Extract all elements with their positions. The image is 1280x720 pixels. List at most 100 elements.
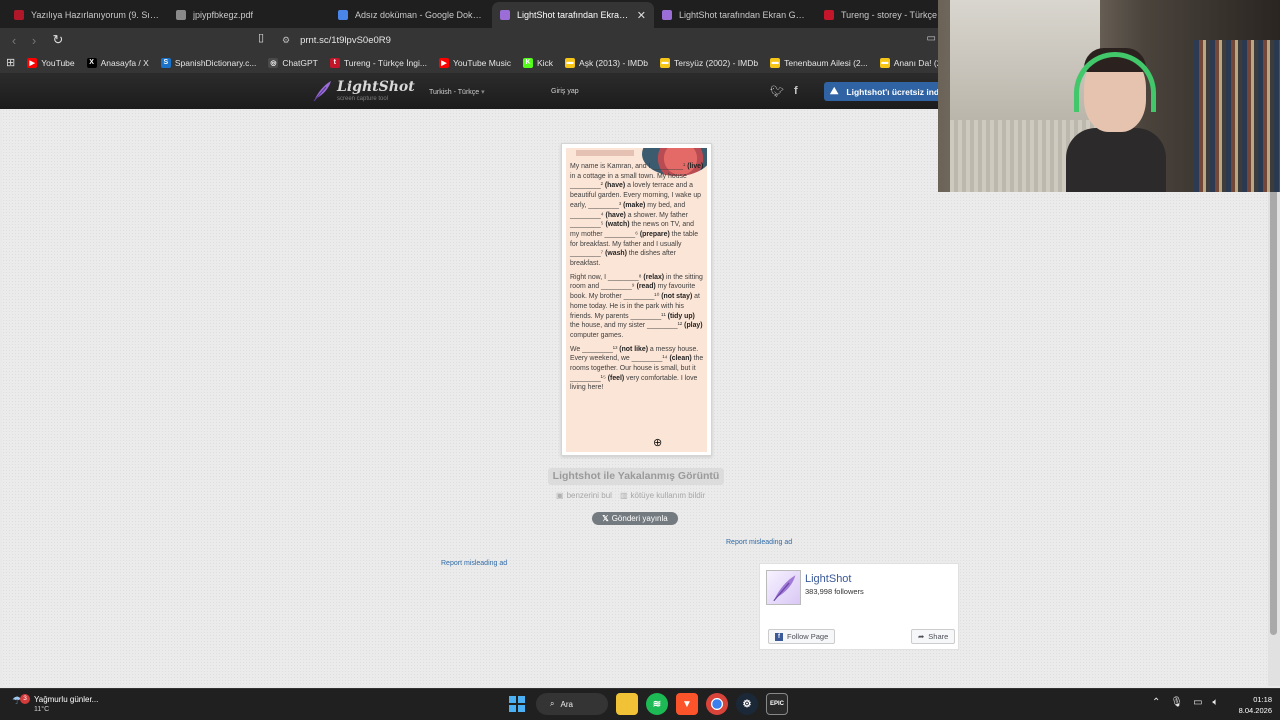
bookmark-favicon-icon: t [329, 57, 340, 68]
image-actions: ▣ benzerini bul ▥ kötüye kullanım bildir [556, 491, 705, 500]
twitter-icon[interactable]: 🐦︎ [770, 85, 784, 98]
download-label: Lightshot'ı ücretsiz indir [846, 86, 945, 97]
bookmark-label: SpanishDictionary.c... [174, 57, 257, 68]
taskbar-clock[interactable]: 01:18 8.04.2026 [1232, 694, 1272, 716]
bookmark-favicon-icon: ▶ [27, 57, 38, 68]
report-abuse-link[interactable]: ▥ kötüye kullanım bildir [620, 491, 705, 500]
tweet-button[interactable]: 𝕏 Gönderi yayınla [592, 512, 678, 525]
start-button[interactable] [506, 693, 528, 715]
address-bar[interactable]: ⚙ prnt.sc/1t9lpvS0e0R9 [282, 31, 391, 49]
site-info-icon[interactable]: ⚙ [282, 35, 290, 46]
find-similar-link[interactable]: ▣ benzerini bul [556, 491, 612, 500]
language-selector[interactable]: Turkish - Türkçe ▾ [429, 88, 485, 96]
bookmark-label: Aşk (2013) - IMDb [579, 57, 648, 68]
tab-label: LightShot tarafından Ekran Görüntüsü [517, 10, 631, 20]
forward-button[interactable]: › [24, 33, 44, 48]
facebook-icon[interactable]: f [794, 85, 798, 98]
tab-label: LightShot tarafından Ekran Görüntüsü [679, 10, 808, 20]
page-scrollbar[interactable] [1268, 109, 1280, 686]
tab-favicon-icon [176, 10, 186, 20]
bookmark-favicon-icon: K [522, 57, 533, 68]
share-icon: ➦ [918, 632, 925, 641]
steam-icon[interactable]: ⚙ [736, 693, 758, 715]
bookmark-item[interactable]: ▬ Tenenbaum Ailesi (2... [770, 57, 868, 68]
bookmark-label: YouTube Music [453, 57, 511, 68]
network-icon[interactable]: ▭ [1193, 697, 1202, 708]
bookmark-item[interactable]: ◎ ChatGPT [268, 57, 318, 68]
tab-label: jpiypfbkegz.pdf [193, 10, 254, 20]
screenshot-header-bar [576, 150, 634, 156]
bookmark-favicon-icon: S [160, 57, 171, 68]
bookmark-favicon-icon: X [86, 57, 97, 68]
browser-tab[interactable]: LightShot tarafından Ekran Görüntüsü [654, 2, 816, 28]
bookmark-label: Tersyüz (2002) - IMDb [674, 57, 759, 68]
bookmark-favicon-icon: ▬ [565, 57, 576, 68]
bookmark-icon[interactable]: ▯ [258, 31, 264, 44]
screenshot-image[interactable]: My name is Kamran, and I ________¹ (live… [566, 148, 707, 452]
cast-icon[interactable]: ▭ [927, 33, 936, 44]
chevron-up-icon[interactable]: ⌃ [1152, 697, 1160, 708]
brave-icon[interactable]: ▼ [676, 693, 698, 715]
download-button[interactable]: ⛰ Lightshot'ı ücretsiz indir [824, 82, 954, 101]
weather-widget[interactable]: ☂ 3 Yağmurlu günler... 11°C [12, 694, 98, 713]
bookmark-item[interactable]: ▶ YouTube [27, 57, 75, 68]
microphone-icon[interactable]: 🎙︎ [1170, 697, 1183, 708]
bookmark-item[interactable]: ▶ YouTube Music [439, 57, 511, 68]
feather-icon [313, 81, 331, 102]
system-tray: ⌃ 🎙︎ ▭ 🔈︎ [1152, 697, 1219, 708]
volume-icon[interactable]: 🔈︎ [1213, 697, 1219, 708]
tab-label: Yazılıya Hazırlanıyorum (9. Sınıf) OGM [31, 10, 160, 20]
apps-grid-icon[interactable]: ⊞ [6, 56, 15, 69]
reload-button[interactable]: ↻ [48, 32, 68, 48]
scrollbar-thumb[interactable] [1270, 183, 1277, 635]
bookmark-item[interactable]: S SpanishDictionary.c... [160, 57, 257, 68]
bookmark-item[interactable]: ▬ Tersyüz (2002) - IMDb [660, 57, 759, 68]
share-button[interactable]: ➦ Share [911, 629, 956, 644]
screenshot-paragraph-3: We ________¹³ (not like) a messy house. … [570, 345, 704, 392]
login-link[interactable]: Giriş yap [551, 88, 579, 95]
facebook-followers: 383,998 followers [805, 587, 864, 596]
page-content: My name is Kamran, and I ________¹ (live… [2, 109, 1268, 686]
tab-label: Adsız doküman - Google Dokümanlar [355, 10, 484, 20]
file-explorer-icon[interactable] [616, 693, 638, 715]
facebook-page-name[interactable]: LightShot [805, 573, 851, 585]
bookmark-label: Anasayfa / X [100, 57, 149, 68]
follow-page-button[interactable]: f Follow Page [768, 629, 836, 644]
taskbar: ☂ 3 Yağmurlu günler... 11°C ⌕ Ara ≋ ▼ ⚙ … [0, 688, 1280, 720]
taskbar-search-label: Ara [560, 699, 573, 709]
lightshot-logo[interactable]: LightShot screen capture tool [312, 80, 415, 102]
bookmark-item[interactable]: ▬ Aşk (2013) - IMDb [565, 57, 648, 68]
browser-tab[interactable]: Yazılıya Hazırlanıyorum (9. Sınıf) OGM [6, 2, 168, 28]
report-ad-link[interactable]: Report misleading ad [441, 560, 507, 567]
share-label: Share [928, 632, 949, 641]
browser-tab[interactable]: jpiypfbkegz.pdf [168, 2, 330, 28]
back-button[interactable]: ‹ [4, 33, 24, 48]
epic-games-icon[interactable]: EPIC [766, 693, 788, 715]
search-icon: ⌕ [550, 699, 555, 708]
screenshot-paragraph-2: Right now, I ________⁸ (relax) in the si… [570, 273, 703, 339]
url-text[interactable]: prnt.sc/1t9lpvS0e0R9 [300, 35, 391, 46]
spotify-icon[interactable]: ≋ [646, 693, 668, 715]
browser-tab[interactable]: Adsız doküman - Google Dokümanlar [330, 2, 492, 28]
screenshot-frame[interactable]: My name is Kamran, and I ________¹ (live… [561, 143, 712, 456]
avatar[interactable] [766, 570, 801, 605]
find-similar-label: benzerini bul [566, 491, 612, 500]
taskbar-search[interactable]: ⌕ Ara [536, 693, 608, 715]
facebook-icon: f [775, 632, 783, 641]
lightshot-tagline: screen capture tool [337, 96, 389, 102]
bookmark-item[interactable]: t Tureng - Türkçe İngi... [329, 57, 427, 68]
chrome-icon[interactable] [706, 693, 728, 715]
browser-tab[interactable]: LightShot tarafından Ekran Görüntüsü✕ [492, 2, 654, 28]
report-ad-link[interactable]: Report misleading ad [726, 539, 792, 546]
flag-icon: ▥ [619, 491, 628, 500]
bookmark-item[interactable]: K Kick [522, 57, 553, 68]
weather-temperature: 11°C [34, 706, 50, 713]
zoom-cursor-icon: ⊕ [653, 437, 663, 449]
facebook-page-widget: LightShot 383,998 followers f Follow Pag… [759, 563, 959, 650]
bookmark-item[interactable]: X Anasayfa / X [86, 57, 149, 68]
camera-icon: ▣ [556, 491, 564, 500]
close-tab-icon[interactable]: ✕ [631, 9, 646, 22]
bookmark-favicon-icon: ▬ [879, 57, 890, 68]
weather-title: Yağmurlu günler... [34, 695, 99, 704]
x-icon: 𝕏 [602, 514, 609, 523]
